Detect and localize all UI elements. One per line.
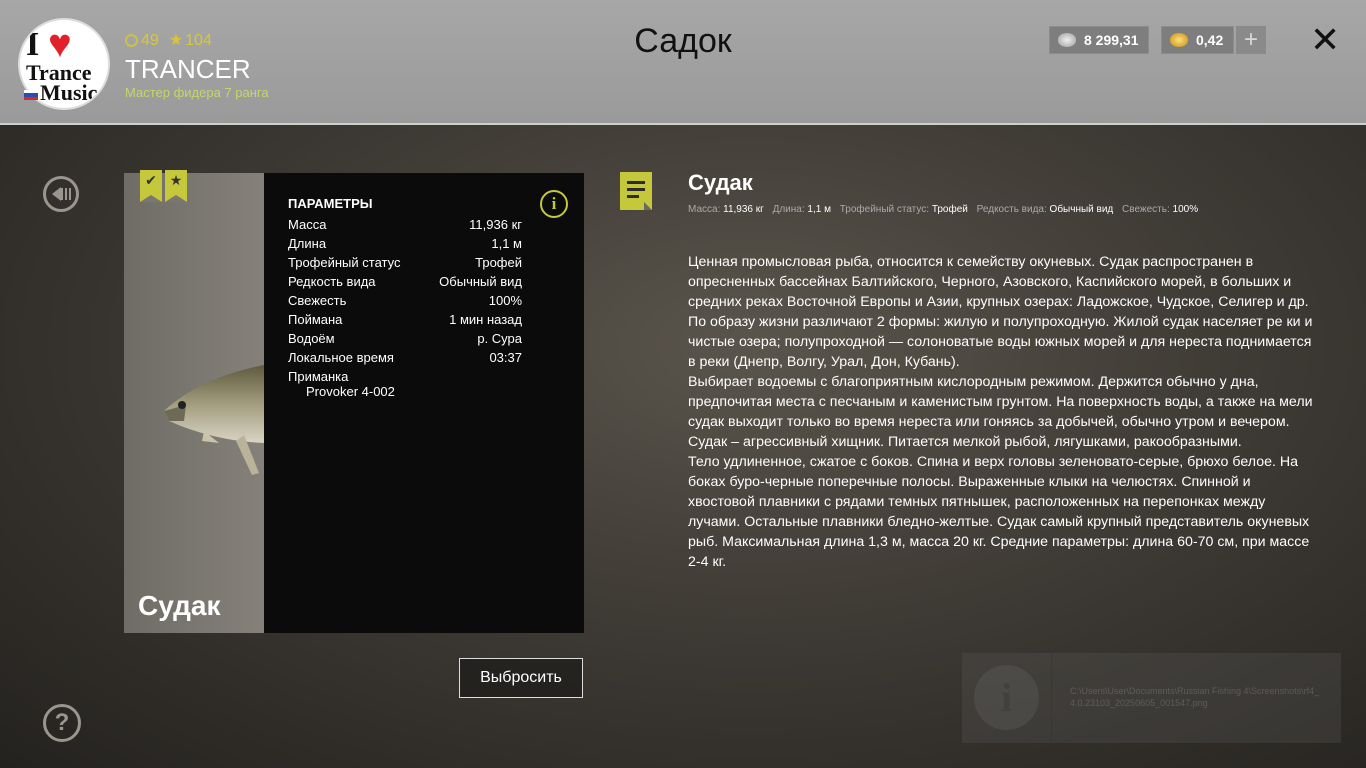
zander-fish-image: [164, 365, 264, 475]
description-title: Судак: [688, 170, 753, 195]
meta-value: 100%: [1172, 204, 1199, 215]
param-value: р. Сура: [477, 331, 522, 346]
param-value: 100%: [488, 293, 522, 308]
param-value: Трофей: [475, 255, 522, 270]
meta-label: Трофейный статус:: [839, 204, 930, 215]
param-row: Трофейный статус Трофей: [288, 255, 522, 274]
meta-value: 1,1 м: [807, 204, 831, 215]
description-paragraph: Ценная промысловая рыба, относится к сем…: [688, 254, 1309, 310]
bait-value: Provoker 4-002: [306, 384, 395, 399]
description-paragraph: Тело удлиненное, сжатое с боков. Спина и…: [688, 454, 1310, 570]
back-button[interactable]: [43, 176, 79, 212]
fish-image-panel: [124, 173, 264, 633]
meta-value: Обычный вид: [1049, 204, 1114, 215]
add-currency-button[interactable]: +: [1236, 26, 1266, 54]
param-label: Масса: [288, 217, 327, 232]
top-bar: I ♥ Trance Music 49 ★ 104 TRANCER Мастер ф…: [0, 0, 1366, 125]
param-row: Водоём р. Сура: [288, 331, 522, 350]
document-icon: [620, 172, 652, 210]
star-badge-icon: ★: [165, 170, 187, 202]
info-icon[interactable]: i: [540, 190, 568, 218]
param-label: Трофейный статус: [288, 255, 401, 270]
description-paragraph: Выбирает водоемы с благоприятным кислоро…: [688, 374, 1313, 450]
fish-name: Судак: [138, 590, 221, 621]
description-text: Ценная промысловая рыба, относится к сем…: [688, 252, 1318, 572]
screenshot-notification[interactable]: i C:\Users\User\Documents\Russian Fishin…: [962, 653, 1341, 743]
back-bars-icon: [61, 188, 72, 200]
param-label: Длина: [288, 236, 327, 251]
meta-value: 11,936 кг: [723, 204, 764, 215]
divider: [1051, 653, 1052, 743]
param-value: 1,1 м: [491, 236, 522, 251]
throw-away-button[interactable]: Выбросить: [459, 658, 583, 698]
param-label: Локальное время: [288, 350, 394, 365]
help-button[interactable]: ?: [43, 704, 81, 742]
param-label: Свежесть: [288, 293, 347, 308]
param-row: Редкость вида Обычный вид: [288, 274, 522, 293]
param-label: Редкость вида: [288, 274, 376, 289]
silver-value: 8 299,31: [1084, 32, 1139, 48]
russian-flag-icon: [24, 90, 38, 100]
param-row: Поймана 1 мин назад: [288, 312, 522, 331]
params-title: ПАРАМЕТРЫ: [288, 196, 373, 211]
close-icon[interactable]: ✕: [1310, 22, 1340, 58]
param-value: Обычный вид: [439, 274, 522, 289]
screenshot-path: C:\Users\User\Documents\Russian Fishing …: [1070, 686, 1320, 708]
meta-label: Редкость вида:: [976, 204, 1047, 215]
meta-label: Масса:: [688, 204, 721, 215]
back-arrow-icon: [52, 187, 61, 201]
meta-value: Трофей: [931, 204, 968, 215]
param-label: Водоём: [288, 331, 335, 346]
gold-coin-icon: [1170, 33, 1188, 47]
param-label: Поймана: [288, 312, 343, 327]
meta-label: Свежесть:: [1122, 204, 1170, 215]
silver-coin-icon: [1058, 33, 1076, 47]
bait-label: Приманка: [288, 369, 349, 384]
player-rank: Мастер фидера 7 ранга: [125, 85, 269, 100]
meta-label: Длина:: [772, 204, 805, 215]
param-value: 03:37: [489, 350, 522, 365]
avatar-text-music: Music: [40, 80, 98, 105]
check-badge-icon: ✔: [140, 170, 162, 202]
param-row: Масса 11,936 кг: [288, 217, 522, 236]
silver-balance: 8 299,31: [1049, 26, 1149, 54]
info-icon: i: [974, 665, 1039, 730]
param-row: Длина 1,1 м: [288, 236, 522, 255]
param-value: 11,936 кг: [469, 217, 522, 232]
description-paragraph: По образу жизни различают 2 формы: жилую…: [688, 314, 1313, 370]
param-row: Локальное время 03:37: [288, 350, 522, 369]
description-meta: Масса: 11,936 кг Длина: 1,1 м Трофейный …: [688, 204, 1204, 215]
gold-balance: 0,42: [1161, 26, 1234, 54]
gold-value: 0,42: [1196, 32, 1224, 48]
param-value: 1 мин назад: [449, 312, 522, 327]
params-list: ПАРАМЕТРЫ Масса 11,936 кг Длина 1,1 м Троф…: [288, 196, 522, 399]
param-row: Свежесть 100%: [288, 293, 522, 312]
